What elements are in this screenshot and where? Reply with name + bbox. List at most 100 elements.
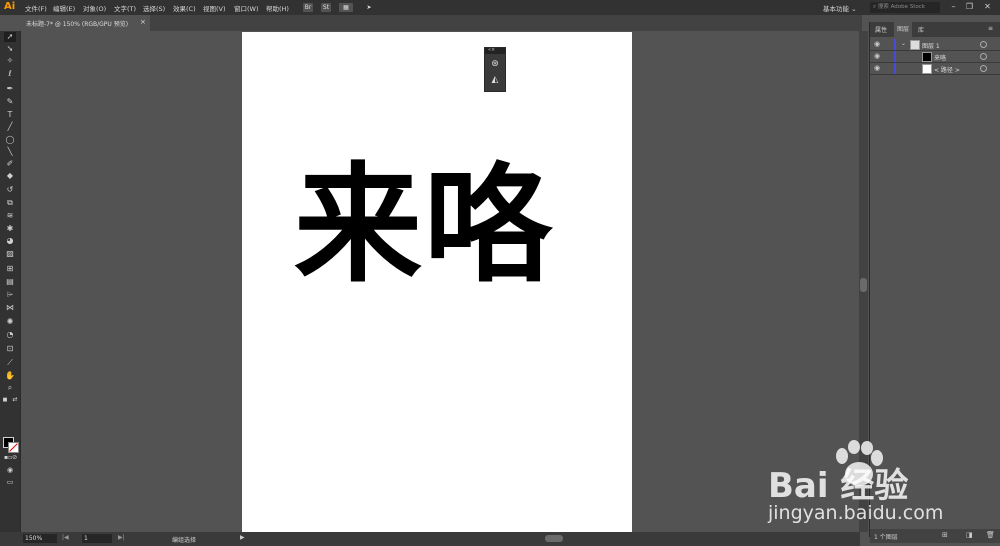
layer-thumbnail (910, 40, 920, 50)
draw-mode-icon[interactable]: ◉ (4, 465, 16, 475)
menu-effect[interactable]: 效果(C) (173, 3, 196, 13)
collapse-icon[interactable]: «× (488, 47, 495, 53)
close-tab-button[interactable]: × (140, 18, 146, 26)
hand-tool-icon[interactable]: ✋ (4, 371, 16, 381)
horizontal-scroll-thumb[interactable] (545, 535, 563, 542)
layer-row[interactable]: ◉ ⌄ 图层 1 (870, 39, 1000, 51)
status-bar: 150% |◀ 1 ▶| 编组选择 ▶ (0, 532, 860, 546)
floating-panel-header[interactable]: «× (485, 47, 505, 54)
lasso-tool-icon[interactable]: ℓ (4, 69, 16, 79)
stock-button[interactable]: St (321, 3, 331, 12)
target-circle-icon[interactable] (980, 65, 987, 72)
type-tool-icon[interactable]: T (4, 110, 16, 120)
layer-color-bar (894, 63, 896, 74)
magic-wand-tool-icon[interactable]: ✧ (4, 56, 16, 66)
gradient-tool-icon[interactable]: ▤ (4, 277, 16, 287)
swap-colors-icon[interactable]: ⇄ (11, 395, 19, 405)
menu-object[interactable]: 对象(O) (83, 3, 106, 13)
curvature-tool-icon[interactable]: ✎ (4, 97, 16, 107)
expand-chevron-icon[interactable]: ⌄ (901, 40, 906, 47)
restore-button[interactable]: ❐ (964, 2, 975, 12)
visibility-eye-icon[interactable]: ◉ (874, 40, 880, 48)
stock-search-input[interactable]: ⌕ 搜索 Adobe Stock (870, 2, 940, 13)
live-paint-tool-icon[interactable]: ▨ (4, 249, 16, 259)
visibility-eye-icon[interactable]: ◉ (874, 64, 880, 72)
target-circle-icon[interactable] (980, 41, 987, 48)
minimize-button[interactable]: – (948, 2, 959, 12)
floating-panel[interactable]: «× ⊛ ◭ (484, 47, 506, 92)
tab-libraries[interactable]: 库 (918, 25, 924, 34)
menu-file[interactable]: 文件(F) (25, 3, 47, 13)
stock-search-placeholder: 搜索 Adobe Stock (877, 4, 925, 10)
selection-tool-icon[interactable]: ➚ (4, 32, 16, 42)
puppet-warp-tool-icon[interactable]: ✱ (4, 224, 16, 234)
eyedropper-tool-icon[interactable]: ⌲ (4, 290, 16, 300)
first-artboard-icon[interactable]: |◀ (62, 534, 69, 541)
slice-tool-icon[interactable]: ⟋ (4, 358, 16, 368)
menu-edit[interactable]: 编辑(E) (53, 3, 75, 13)
align-icon[interactable]: ◭ (489, 74, 501, 86)
workspace-switcher[interactable]: 基本功能 ⌄ (823, 3, 857, 13)
menu-bar: Ai 文件(F) 编辑(E) 对象(O) 文字(T) 选择(S) 效果(C) 视… (0, 0, 1000, 15)
panel-menu-icon[interactable]: ≡ (988, 25, 993, 32)
layer-name[interactable]: 图层 1 (922, 41, 940, 50)
default-colors-icon[interactable]: ■ (1, 395, 9, 405)
current-tool-status: 编组选择 (172, 537, 197, 544)
layer-name[interactable]: 来咯 (934, 53, 946, 62)
vertical-scroll-thumb[interactable] (860, 278, 867, 292)
paintbrush-tool-icon[interactable]: ╲ (4, 147, 16, 157)
artboard[interactable]: 来咯 (242, 32, 632, 532)
shape-builder-tool-icon[interactable]: ◕ (4, 236, 16, 246)
stroke-swatch[interactable] (8, 442, 19, 453)
layer-row[interactable]: ◉ 来咯 (870, 51, 1000, 63)
symbol-sprayer-tool-icon[interactable]: ✺ (4, 317, 16, 327)
artboard-tool-icon[interactable]: ⊡ (4, 344, 16, 354)
menu-type[interactable]: 文字(T) (114, 3, 136, 13)
artboard-number-field[interactable]: 1 (82, 534, 112, 543)
document-tab-title: 未标题-7* @ 150% (RGB/GPU 预览) (26, 21, 129, 28)
layer-row[interactable]: ◉ < 路径 > (870, 63, 1000, 75)
blend-tool-icon[interactable]: ⋈ (4, 303, 16, 313)
tab-properties[interactable]: 属性 (875, 25, 887, 34)
watermark-brand: Bai 经验 (768, 466, 909, 506)
close-window-button[interactable]: ✕ (982, 2, 993, 12)
shaper-tool-icon[interactable]: ✐ (4, 159, 16, 169)
artwork-text[interactable]: 来咯 (294, 162, 554, 290)
mesh-tool-icon[interactable]: ⊞ (4, 264, 16, 274)
tools-panel: ➚ ➘ ✧ ℓ ✒ ✎ T ╱ ◯ ╲ ✐ ◆ ↺ ⧉ ≋ ✱ ◕ ▨ ⊞ ▤ … (0, 31, 21, 537)
direct-selection-tool-icon[interactable]: ➘ (4, 44, 16, 54)
color-mode-icon[interactable]: ▪▫⊘ (4, 453, 17, 463)
target-circle-icon[interactable] (980, 53, 987, 60)
send-icon[interactable]: ➤ (364, 3, 374, 12)
layer-thumbnail (922, 52, 932, 62)
rotate-tool-icon[interactable]: ↺ (4, 185, 16, 195)
visibility-eye-icon[interactable]: ◉ (874, 52, 880, 60)
zoom-level-field[interactable]: 150% (23, 534, 57, 543)
app-logo: Ai (4, 1, 16, 12)
zoom-tool-icon[interactable]: ⌕ (4, 383, 16, 393)
menu-help[interactable]: 帮助(H) (266, 3, 289, 13)
layer-color-bar (894, 39, 896, 50)
arrange-documents-icon[interactable]: ▦ (339, 3, 353, 12)
scale-tool-icon[interactable]: ⧉ (4, 198, 16, 208)
eraser-tool-icon[interactable]: ◆ (4, 171, 16, 181)
tab-layers[interactable]: 图层 (894, 22, 913, 37)
document-tab[interactable]: 未标题-7* @ 150% (RGB/GPU 预览) × (22, 15, 150, 31)
menu-select[interactable]: 选择(S) (143, 3, 165, 13)
status-menu-arrow-icon[interactable]: ▶ (240, 534, 245, 541)
width-tool-icon[interactable]: ≋ (4, 211, 16, 221)
screen-mode-icon[interactable]: ▭ (4, 477, 16, 487)
appearance-icon[interactable]: ⊛ (489, 58, 501, 70)
line-tool-icon[interactable]: ╱ (4, 122, 16, 132)
layer-name[interactable]: < 路径 > (934, 65, 960, 74)
layer-color-bar (894, 51, 896, 62)
watermark-url: jingyan.baidu.com (768, 502, 944, 524)
ellipse-tool-icon[interactable]: ◯ (4, 135, 16, 145)
graph-tool-icon[interactable]: ◔ (4, 330, 16, 340)
pen-tool-icon[interactable]: ✒ (4, 84, 16, 94)
menu-view[interactable]: 视图(V) (203, 3, 226, 13)
last-artboard-icon[interactable]: ▶| (118, 534, 125, 541)
menu-window[interactable]: 窗口(W) (234, 3, 259, 13)
workspace-label: 基本功能 (823, 5, 849, 13)
bridge-button[interactable]: Br (303, 3, 313, 12)
